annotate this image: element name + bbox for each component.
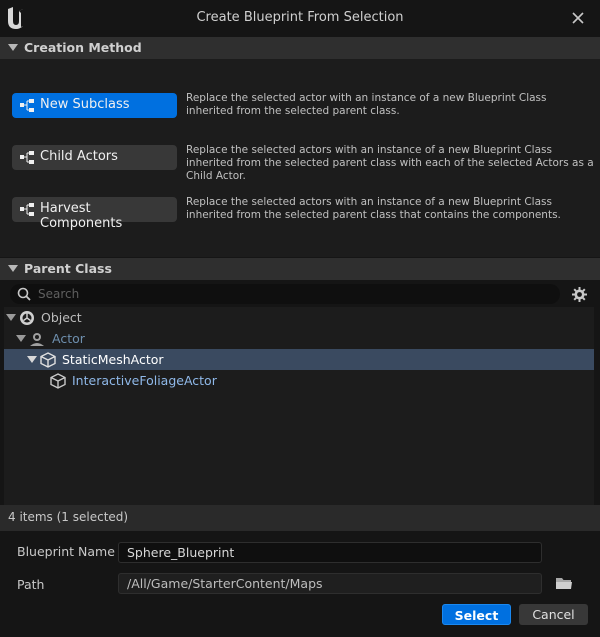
gear-icon[interactable] bbox=[571, 286, 588, 303]
actor-icon bbox=[30, 333, 44, 346]
path-label: Path bbox=[17, 577, 45, 592]
blueprint-name-label: Blueprint Name bbox=[17, 544, 115, 559]
select-button[interactable]: Select bbox=[442, 604, 511, 625]
search-input[interactable] bbox=[38, 285, 548, 303]
tree-item-label: Object bbox=[41, 310, 82, 325]
hierarchy-icon bbox=[20, 151, 34, 164]
creation-method-header[interactable]: Creation Method bbox=[0, 37, 600, 59]
folder-icon[interactable] bbox=[555, 575, 573, 591]
new-subclass-button[interactable]: New Subclass bbox=[12, 93, 177, 118]
tree-item-label: Actor bbox=[52, 331, 85, 346]
harvest-components-button[interactable]: Harvest Components bbox=[12, 197, 177, 231]
close-icon[interactable] bbox=[570, 10, 586, 26]
tree-item-static-mesh-actor[interactable]: StaticMeshActor bbox=[4, 349, 594, 370]
window-title: Create Blueprint From Selection bbox=[196, 10, 404, 25]
new-subclass-description: Replace the selected actor with an insta… bbox=[186, 92, 547, 117]
static-mesh-icon bbox=[50, 373, 66, 389]
creation-method-title: Creation Method bbox=[24, 40, 142, 55]
expand-arrow-icon[interactable] bbox=[27, 356, 37, 363]
child-actors-label: Child Actors bbox=[40, 149, 118, 164]
parent-class-header[interactable]: Parent Class bbox=[0, 258, 600, 280]
search-icon bbox=[17, 287, 31, 301]
child-actors-description: Replace the selected actors with an inst… bbox=[186, 144, 594, 182]
harvest-components-description: Replace the selected actors with an inst… bbox=[186, 196, 561, 221]
harvest-components-label: Harvest Components bbox=[40, 201, 123, 231]
title-bar: Create Blueprint From Selection bbox=[0, 0, 600, 36]
hierarchy-icon bbox=[20, 203, 34, 216]
blueprint-name-input[interactable] bbox=[118, 542, 542, 563]
class-search-box[interactable] bbox=[10, 284, 560, 304]
tree-item-label: InteractiveFoliageActor bbox=[72, 373, 217, 388]
tree-item-label: StaticMeshActor bbox=[62, 352, 164, 367]
collapse-arrow-icon[interactable] bbox=[8, 265, 18, 272]
expand-arrow-icon[interactable] bbox=[16, 335, 26, 342]
tree-item-interactive-foliage-actor[interactable]: InteractiveFoliageActor bbox=[4, 370, 594, 391]
expand-arrow-icon[interactable] bbox=[6, 314, 16, 321]
collapse-arrow-icon[interactable] bbox=[8, 44, 18, 51]
cancel-button[interactable]: Cancel bbox=[519, 604, 588, 625]
static-mesh-icon bbox=[40, 352, 56, 368]
object-icon bbox=[20, 311, 34, 325]
child-actors-button[interactable]: Child Actors bbox=[12, 145, 177, 170]
status-bar: 4 items (1 selected) bbox=[0, 505, 600, 531]
item-count-text: 4 items (1 selected) bbox=[8, 510, 129, 524]
new-subclass-label: New Subclass bbox=[40, 97, 130, 112]
path-input[interactable] bbox=[118, 573, 542, 594]
hierarchy-icon bbox=[20, 99, 34, 112]
class-tree: Object Actor StaticMeshActor Interactive… bbox=[4, 307, 594, 505]
tree-item-object[interactable]: Object bbox=[4, 307, 594, 328]
parent-class-title: Parent Class bbox=[24, 261, 112, 276]
tree-item-actor[interactable]: Actor bbox=[4, 328, 594, 349]
